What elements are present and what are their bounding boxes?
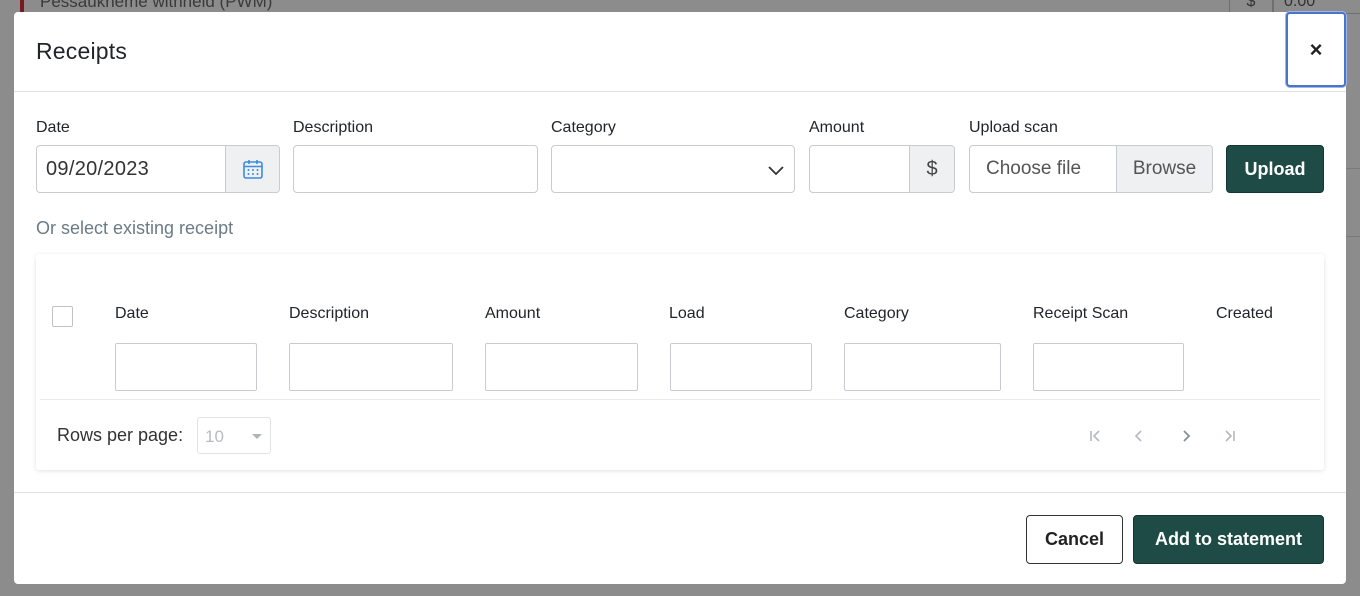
column-header-amount[interactable]: Amount: [485, 305, 540, 323]
close-icon: ×: [1309, 36, 1323, 62]
browse-button[interactable]: Browse: [1116, 146, 1212, 192]
column-header-date[interactable]: Date: [115, 305, 149, 323]
backdrop-divider: [1346, 236, 1360, 237]
backdrop-accent-bar: [20, 0, 24, 12]
existing-receipt-heading: Or select existing receipt: [36, 218, 234, 238]
receipts-table: Date Description Amount Load Category Re…: [36, 254, 1324, 470]
description-label: Description: [293, 119, 374, 136]
column-header-created[interactable]: Created: [1216, 305, 1273, 323]
upload-scan-label: Upload scan: [969, 119, 1058, 136]
date-label: Date: [36, 119, 70, 136]
caret-down-icon: [252, 434, 262, 439]
rows-per-page-label: Rows per page:: [57, 425, 184, 445]
column-header-description[interactable]: Description: [289, 305, 369, 323]
add-to-statement-button[interactable]: Add to statement: [1133, 515, 1324, 564]
column-header-category[interactable]: Category: [844, 305, 909, 323]
select-all-checkbox[interactable]: [52, 306, 73, 327]
last-page-button[interactable]: [1218, 424, 1242, 448]
modal-footer: Cancel Add to statement: [14, 492, 1346, 584]
category-label: Category: [551, 119, 616, 136]
file-input[interactable]: Choose file Browse: [969, 145, 1213, 193]
date-field[interactable]: 09/20/2023: [36, 145, 280, 193]
upload-button[interactable]: Upload: [1226, 145, 1324, 193]
next-page-button[interactable]: [1174, 424, 1198, 448]
modal-header: Receipts ×: [14, 12, 1346, 92]
first-page-icon: [1090, 430, 1100, 442]
filter-amount-input[interactable]: [485, 343, 638, 391]
amount-input[interactable]: [810, 146, 909, 192]
modal-title: Receipts: [36, 38, 128, 64]
rows-per-page-select[interactable]: 10: [197, 417, 271, 454]
table-divider: [40, 399, 1320, 400]
filter-receipt-scan-input[interactable]: [1033, 343, 1184, 391]
chevron-down-icon: [768, 166, 784, 176]
category-select[interactable]: [551, 145, 795, 193]
column-header-receipt-scan[interactable]: Receipt Scan: [1033, 305, 1128, 323]
chevron-right-icon: [1183, 430, 1191, 442]
filter-load-input[interactable]: [670, 343, 812, 391]
file-placeholder[interactable]: Choose file: [970, 146, 1116, 192]
filter-date-input[interactable]: [115, 343, 257, 391]
last-page-icon: [1225, 430, 1235, 442]
close-button[interactable]: ×: [1286, 12, 1346, 87]
chevron-left-icon: [1134, 430, 1142, 442]
currency-addon: $: [909, 146, 954, 192]
first-page-button[interactable]: [1083, 424, 1107, 448]
amount-field[interactable]: $: [809, 145, 955, 193]
date-value[interactable]: 09/20/2023: [37, 146, 225, 192]
column-header-load[interactable]: Load: [669, 305, 705, 323]
cancel-button[interactable]: Cancel: [1026, 515, 1123, 564]
receipts-modal: Receipts × Date 09/20/2023 Description C…: [14, 12, 1346, 584]
filter-description-input[interactable]: [289, 343, 453, 391]
backdrop-text: Pessaukneme withheld (PWM): [40, 0, 273, 11]
rows-per-page-value: 10: [205, 427, 224, 446]
calendar-button[interactable]: [225, 146, 279, 192]
calendar-icon: [242, 160, 263, 179]
backdrop-divider: [1346, 168, 1360, 169]
amount-label: Amount: [809, 119, 865, 136]
previous-page-button[interactable]: [1127, 424, 1151, 448]
filter-category-input[interactable]: [844, 343, 1001, 391]
description-input[interactable]: [293, 145, 538, 193]
